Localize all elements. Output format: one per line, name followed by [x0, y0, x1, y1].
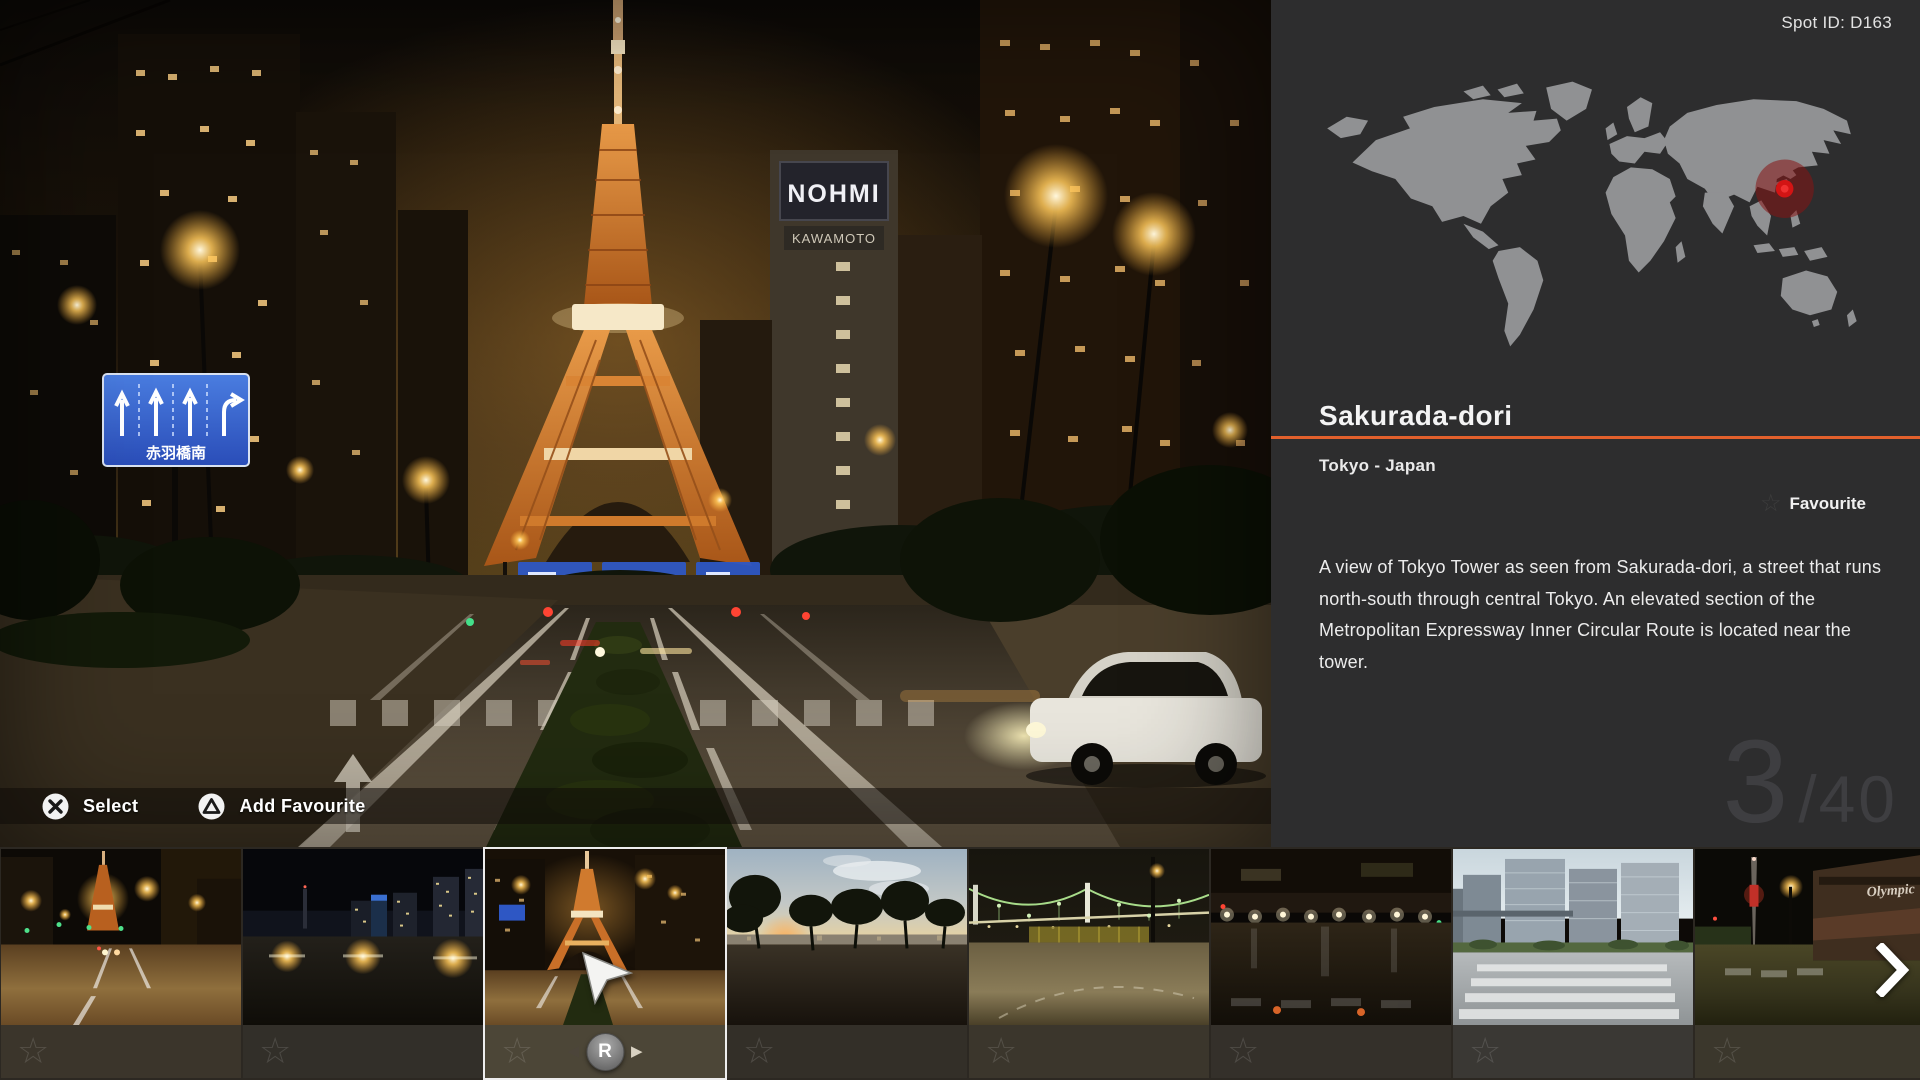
pointer-cursor — [581, 951, 633, 1009]
counter-separator: / — [1798, 761, 1816, 837]
favourite-star-icon[interactable]: ☆ — [743, 1029, 775, 1073]
spot-counter: 3 / 40 — [1723, 734, 1898, 837]
select-control[interactable]: Select — [42, 793, 138, 820]
thumbnail-4-image — [727, 849, 967, 1025]
thumbnail-7-image — [1453, 849, 1693, 1025]
tokyo-tower-night-scene: NOHMI KAWAMOTO — [0, 0, 1271, 847]
info-panel: Spot ID: D163 — [1271, 0, 1920, 847]
thumbnail-2-image — [243, 849, 483, 1025]
favourite-star-icon[interactable]: ☆ — [17, 1029, 49, 1073]
favourite-star-icon[interactable]: ☆ — [259, 1029, 291, 1073]
favourite-star-icon[interactable]: ☆ — [1711, 1029, 1743, 1073]
favourite-label: Favourite — [1789, 494, 1866, 514]
thumbnail-7-favourite-row: ☆ — [1453, 1025, 1693, 1078]
thumbnail-8-favourite-row: ☆ — [1695, 1025, 1920, 1078]
thumbnail-6-favourite-row: ☆ — [1211, 1025, 1451, 1078]
scapes-spot-screen: NOHMI KAWAMOTO — [0, 0, 1920, 1080]
lane-sign-text: 赤羽橋南 — [146, 444, 206, 462]
thumbnail-8-image: Olympic — [1695, 849, 1920, 1025]
thumbnail-3-favourite-row: ☆ ◀ R ▶ — [485, 1025, 725, 1078]
favourite-star-icon[interactable]: ☆ — [501, 1029, 533, 1073]
thumbnail-1-favourite-row: ☆ — [1, 1025, 241, 1078]
thumbnail-2-favourite-row: ☆ — [243, 1025, 483, 1078]
spot-photo: NOHMI KAWAMOTO — [0, 0, 1271, 847]
thumbnail-5[interactable]: ☆ — [969, 849, 1209, 1078]
right-stick-indicator: ◀ R ▶ — [567, 1033, 642, 1071]
thumbnail-4[interactable]: ☆ — [727, 849, 967, 1078]
stick-right-arrow-icon: ▶ — [631, 1044, 643, 1059]
counter-current: 3 — [1723, 734, 1789, 831]
favourite-indicator[interactable]: ☆ Favourite — [1760, 492, 1866, 516]
favourite-star-icon: ☆ — [1760, 492, 1782, 516]
thumbnail-5-image — [969, 849, 1209, 1025]
r-stick-button-icon: R — [586, 1033, 624, 1071]
spot-description: A view of Tokyo Tower as seen from Sakur… — [1319, 552, 1887, 678]
add-favourite-control[interactable]: Add Favourite — [198, 793, 365, 820]
cross-button-icon — [42, 793, 69, 820]
thumbnail-1[interactable]: ☆ — [1, 849, 241, 1078]
stick-left-arrow-icon: ◀ — [567, 1044, 579, 1059]
accent-rule — [1271, 436, 1920, 439]
thumbnail-1-image — [1, 849, 241, 1025]
favourite-star-icon[interactable]: ☆ — [985, 1029, 1017, 1073]
select-label: Select — [83, 796, 138, 817]
thumbnail-3-selected[interactable]: ☆ ◀ R ▶ — [485, 849, 725, 1078]
next-page-chevron-icon[interactable] — [1876, 943, 1910, 997]
add-favourite-label: Add Favourite — [239, 796, 365, 817]
spot-location: Tokyo - Japan — [1319, 456, 1436, 476]
building-sign-nohmi: NOHMI — [787, 180, 880, 208]
filmstrip: ☆ ☆ — [0, 847, 1920, 1080]
counter-total: 40 — [1819, 761, 1898, 837]
spot-id: Spot ID: D163 — [1781, 13, 1892, 33]
thumbnail-7[interactable]: ☆ — [1453, 849, 1693, 1078]
map-marker-japan — [1755, 160, 1813, 218]
favourite-star-icon[interactable]: ☆ — [1469, 1029, 1501, 1073]
thumbnail-6-image — [1211, 849, 1451, 1025]
control-bar: Select Add Favourite — [0, 788, 1271, 824]
spot-title: Sakurada-dori — [1319, 400, 1512, 432]
world-map — [1316, 70, 1864, 362]
thumbnail-2[interactable]: ☆ — [243, 849, 483, 1078]
building-sign-kawamoto: KAWAMOTO — [792, 231, 876, 246]
favourite-star-icon[interactable]: ☆ — [1227, 1029, 1259, 1073]
thumbnail-5-favourite-row: ☆ — [969, 1025, 1209, 1078]
thumbnail-4-favourite-row: ☆ — [727, 1025, 967, 1078]
thumbnail-6[interactable]: ☆ — [1211, 849, 1451, 1078]
triangle-button-icon — [198, 793, 225, 820]
